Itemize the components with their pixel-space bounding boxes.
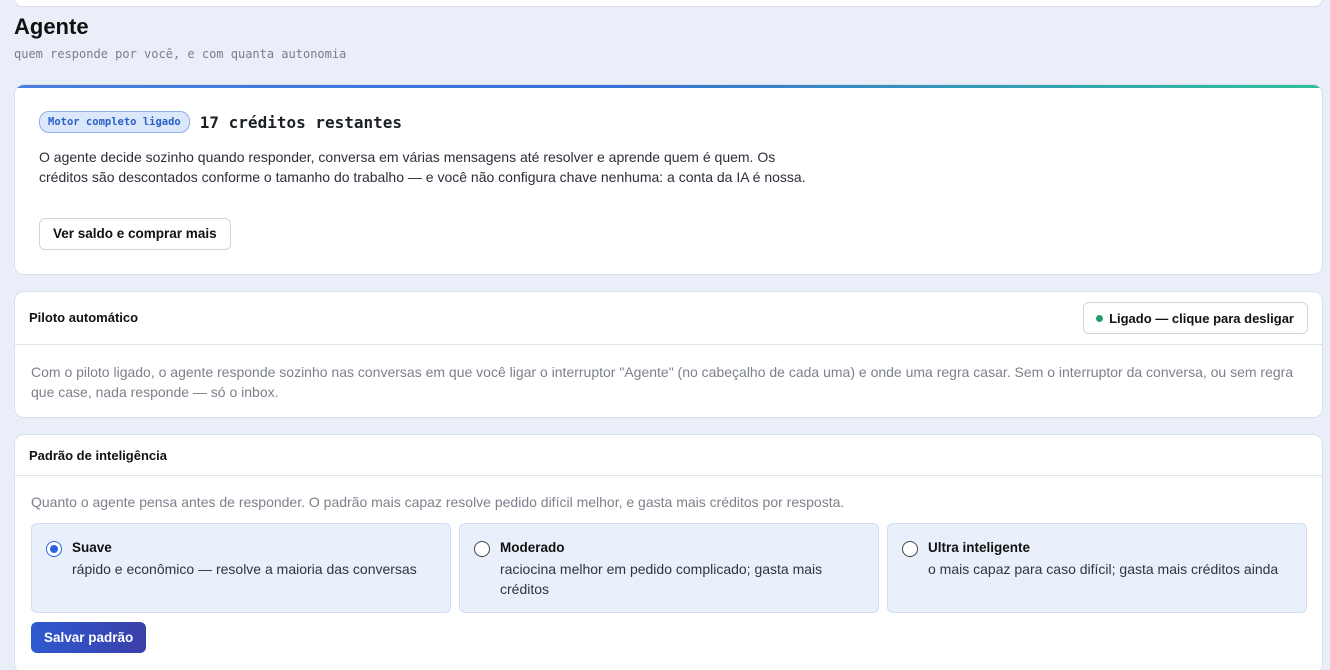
engine-description: O agente decide sozinho quando responder… <box>39 149 806 185</box>
engine-gradient-bar <box>15 85 1322 88</box>
option-title: Ultra inteligente <box>928 540 1031 555</box>
radio-ultra-inteligente[interactable] <box>902 541 918 557</box>
previous-card-edge <box>14 0 1323 7</box>
option-description: raciocina melhor em pedido complicado; g… <box>500 561 823 597</box>
intelligence-header: Padrão de inteligência <box>15 435 1322 476</box>
option-suave[interactable]: Suave rápido e econômico — resolve a mai… <box>31 523 451 613</box>
option-ultra-inteligente[interactable]: Ultra inteligente o mais capaz para caso… <box>887 523 1307 613</box>
radio-suave[interactable] <box>46 541 62 557</box>
buy-credits-button[interactable]: Ver saldo e comprar mais <box>39 218 231 250</box>
credits-remaining: 17 créditos restantes <box>199 112 403 132</box>
autopilot-toggle-label: Ligado — clique para desligar <box>1109 310 1294 326</box>
intelligence-title: Padrão de inteligência <box>29 448 167 463</box>
option-moderado[interactable]: Moderado raciocina melhor em pedido comp… <box>459 523 879 613</box>
autopilot-description: Com o piloto ligado, o agente responde s… <box>31 364 1294 400</box>
autopilot-title: Piloto automático <box>29 310 139 325</box>
engine-status-badge: Motor completo ligado <box>39 111 190 133</box>
autopilot-header: Piloto automático Ligado — clique para d… <box>15 292 1322 345</box>
page-subtitle: quem responde por você, e com quanta aut… <box>14 47 347 61</box>
option-title: Suave <box>72 540 112 555</box>
radio-moderado[interactable] <box>474 541 490 557</box>
intelligence-description: Quanto o agente pensa antes de responder… <box>31 494 845 510</box>
option-title: Moderado <box>500 540 565 555</box>
status-dot-icon <box>1096 314 1104 322</box>
autopilot-card: Piloto automático Ligado — clique para d… <box>14 291 1323 418</box>
option-description: o mais capaz para caso difícil; gasta ma… <box>928 561 1279 577</box>
page-title: Agente <box>14 14 89 39</box>
save-default-button[interactable]: Salvar padrão <box>31 622 147 653</box>
engine-header: Motor completo ligado 17 créditos restan… <box>39 111 402 133</box>
autopilot-toggle-button[interactable]: Ligado — clique para desligar <box>1083 302 1308 334</box>
intelligence-options: Suave rápido e econômico — resolve a mai… <box>31 523 1307 613</box>
option-description: rápido e econômico — resolve a maioria d… <box>72 561 417 577</box>
engine-card: Motor completo ligado 17 créditos restan… <box>14 84 1323 275</box>
intelligence-card: Padrão de inteligência Quanto o agente p… <box>14 434 1323 670</box>
